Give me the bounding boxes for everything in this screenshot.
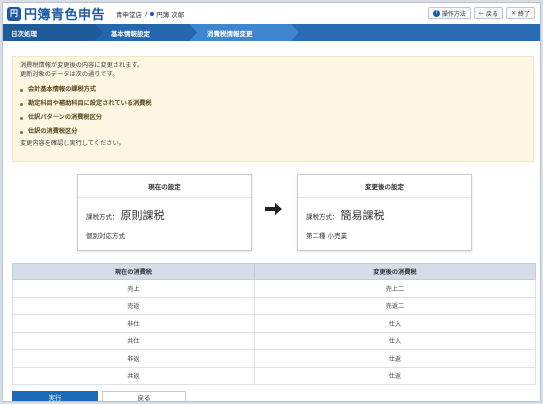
notice-item: 勘定科目や補助科目に設定されている消費税 [20,97,526,111]
new-setting-heading: 変更後の設定 [298,175,471,198]
current-setting-card: 現在の設定 課税方式： 原則課税 個別対応方式 [77,174,252,251]
logo-icon: 円 [7,6,21,21]
office-name: 青申堂店 [116,11,142,19]
title-bar: 円 円簿青色申告 青申堂店 / 円簿 次郎 ? 操作方法 ← 戻る ✕ 終了 [3,3,540,24]
new-method-row: 課税方式： 簡易課税 [306,207,471,223]
cell-new-tax: 仕入 [253,314,537,333]
back-button[interactable]: 戻る [102,391,186,401]
cell-new-tax: 仕返 [253,349,537,368]
back-arrow-icon: ← [478,9,484,17]
close-icon: ✕ [510,9,516,17]
table-row: 売上 売上二 [12,279,537,298]
current-method-row: 課税方式： 原則課税 [86,207,251,223]
user-name: 円簿 次郎 [156,11,185,19]
current-setting-heading: 現在の設定 [78,175,251,198]
breadcrumb-item-daily[interactable]: 日次処理 [3,24,103,41]
tax-mapping-table: 現在の消費税 変更後の消費税 売上 売上二 売返 売返二 非仕 仕入 共仕 仕入 [12,263,537,385]
current-method-label: 課税方式： [86,213,119,221]
table-row: 非仕 仕入 [12,314,537,333]
breadcrumb-item-basic-settings[interactable]: 基本情報設定 [95,24,197,41]
toolbar: ? 操作方法 ← 戻る ✕ 終了 [427,7,535,19]
new-method-sub: 第二種 小売業 [306,232,348,240]
notice-item: 会計基本情報の課税方式 [20,83,526,97]
table-row: 共仕 仕入 [12,331,537,350]
notice-footer: 変更内容を確認し実行してください。 [20,140,125,147]
app-logo: 円 円簿青色申告 [7,6,106,23]
notice-line-1: 消費税情報が変更後の内容に変更されます。 [20,62,144,69]
breadcrumb-item-tax-change: 消費税情報変更 [189,24,299,41]
user-status-icon [150,12,155,16]
close-label: 終了 [517,10,530,18]
help-button[interactable]: ? 操作方法 [427,7,471,19]
cell-current-tax: 売返 [12,296,255,315]
cell-current-tax: 非返 [12,349,255,368]
header-back-label: 戻る [485,10,498,18]
current-method-value: 原則課税 [120,209,165,222]
cell-new-tax: 仕返 [253,366,537,385]
new-method-label: 課税方式： [306,213,339,221]
cell-new-tax: 売返二 [253,296,537,315]
user-separator: / [145,10,148,18]
cell-current-tax: 共仕 [12,331,255,350]
notice-line-2: 更新対象のデータは次の通りです。 [20,70,119,78]
table-row: 共返 仕返 [12,366,537,385]
new-setting-card: 変更後の設定 課税方式： 簡易課税 第二種 小売業 [297,174,472,251]
notice-item: 仕訳の消費税区分 [20,125,526,139]
app-window: 円 円簿青色申告 青申堂店 / 円簿 次郎 ? 操作方法 ← 戻る ✕ 終了 日… [2,2,541,402]
table-row: 非返 仕返 [12,349,537,368]
cell-new-tax: 売上二 [253,279,537,298]
current-method-sub: 個別対応方式 [86,232,125,240]
column-header-current: 現在の消費税 [12,263,255,280]
close-button[interactable]: ✕ 終了 [505,7,535,19]
header-back-button[interactable]: ← 戻る [473,7,503,19]
cell-current-tax: 非仕 [12,314,255,333]
question-icon: ? [432,9,440,17]
run-button[interactable]: 実行 [12,391,98,401]
breadcrumb: 日次処理 基本情報設定 消費税情報変更 [3,24,540,41]
help-label: 操作方法 [441,10,466,18]
user-info: 青申堂店 / 円簿 次郎 [116,9,184,19]
app-title: 円簿青色申告 [24,8,106,23]
table-row: 売返 売返二 [12,296,537,315]
notice-item: 仕訳パターンの消費税区分 [20,111,526,125]
new-method-value: 簡易課税 [340,209,385,222]
column-header-new: 変更後の消費税 [253,263,537,280]
cell-current-tax: 共返 [12,366,255,385]
cell-new-tax: 仕入 [253,331,537,350]
notice-list: 会計基本情報の課税方式 勘定科目や補助科目に設定されている消費税 仕訳パターンの… [20,83,526,139]
table-header-row: 現在の消費税 変更後の消費税 [12,263,537,280]
right-arrow-icon [265,203,282,215]
cell-current-tax: 売上 [12,279,255,298]
notice-panel: 消費税情報が変更後の内容に変更されます。 更新対象のデータは次の通りです。 会計… [12,56,534,162]
